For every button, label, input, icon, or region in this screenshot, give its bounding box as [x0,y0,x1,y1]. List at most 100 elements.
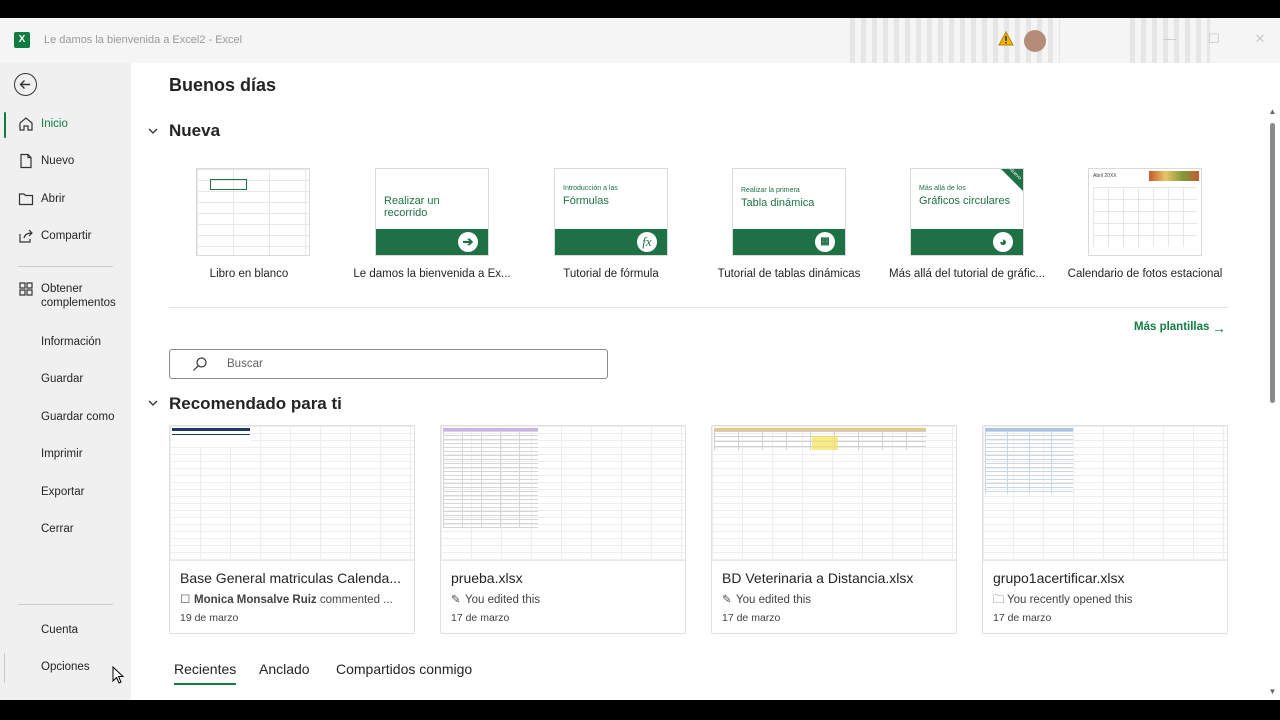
file-date: 19 de marzo [180,612,239,624]
sidebar-item-label: Inicio [41,118,68,130]
file-preview [712,426,956,561]
thumb-subtitle: Más allá de los [919,185,966,192]
mouse-cursor-icon [112,666,124,684]
sidebar-item-label: Cerrar [41,523,74,535]
home-icon [19,117,33,131]
new-file-icon [20,153,32,169]
greeting-heading: Buenos días [169,75,277,95]
sidebar-item-label: Imprimir [41,448,83,460]
excel-app-icon: X [14,32,30,48]
sidebar-item-label: Opciones [41,661,90,673]
sidebar-item-label: Información [41,336,102,348]
edit-pencil-icon: ✎ [722,594,732,605]
template-thumbnail [196,168,310,256]
calendar-photo [1149,171,1199,181]
close-icon[interactable]: ✕ [1248,29,1272,49]
template-thumbnail: Más allá de los Gráficos circulares Nuev… [910,168,1024,256]
sidebar-item-complementos[interactable]: Obtener complementos [0,274,131,318]
section-divider [169,307,1228,308]
sidebar-item-label: Compartir [41,230,92,242]
arrow-right-icon: ➔ [458,232,478,252]
minimize-icon[interactable]: — [1158,29,1182,49]
sidebar-item-abrir[interactable]: Abrir [0,184,131,214]
vertical-scrollbar[interactable]: ▲ ▼ [1268,107,1277,700]
file-activity: 🗀 You recently opened this [993,592,1221,605]
search-input[interactable]: Buscar [169,349,608,379]
thumb-title: Realizar un recorrido [384,195,440,219]
chevron-down-icon[interactable] [148,126,158,136]
sidebar-item-guardar-como[interactable]: Guardar como [0,402,131,432]
more-templates-link[interactable]: Más plantillas [1134,321,1209,333]
sidebar-item-label: Obtener complementos [41,283,116,309]
activity-text: You recently opened this [1007,594,1133,605]
sidebar-item-exportar[interactable]: Exportar [0,477,131,507]
section-nueva[interactable]: Nueva [169,121,220,141]
file-preview [441,426,685,561]
template-caption: Tutorial de fórmula [563,268,659,280]
tab-recientes[interactable]: Recientes [174,661,237,685]
sidebar-item-nuevo[interactable]: Nuevo [0,146,131,176]
window-title: Le damos la bienvenida a Excel2 - Excel [44,34,243,46]
user-avatar[interactable] [1024,30,1046,52]
arrow-right-icon[interactable]: → [1212,320,1226,336]
sidebar-item-guardar[interactable]: Guardar [0,364,131,394]
sidebar-divider [18,604,113,605]
recommended-card[interactable]: Base General matriculas Calenda... ☐ Moni… [169,425,415,634]
template-caption: Más allá del tutorial de gráfic... [889,268,1045,280]
file-name: grupo1acertificar.xlsx [993,570,1125,586]
folder-icon [18,193,34,206]
preview-table [172,428,250,446]
search-icon [193,357,207,371]
preview-table [443,428,538,528]
file-name: Base General matriculas Calenda... [180,570,401,586]
template-caption: Tutorial de tablas dinámicas [717,268,861,280]
backstage-sidebar: Inicio Nuevo Abrir Compartir Obtener com… [0,63,131,700]
search-placeholder: Buscar [227,358,263,370]
thumb-title: Tabla dinámica [741,197,815,209]
share-icon [19,229,33,243]
file-name: BD Veterinaria a Distancia.xlsx [722,570,914,586]
file-date: 17 de marzo [993,612,1052,624]
preview-table-line [172,434,250,435]
sidebar-item-cuenta[interactable]: Cuenta [0,615,131,645]
pivot-table-icon: ▦ [815,232,835,252]
sidebar-item-cerrar[interactable]: Cerrar [0,514,131,544]
template-caption: Calendario de fotos estacional [1067,268,1223,280]
thumb-title: Gráficos circulares [919,195,1011,207]
file-activity: ☐ Monica Monsalve Ruiz commented ... [180,592,408,605]
sidebar-item-compartir[interactable]: Compartir [0,221,131,251]
sidebar-divider [18,266,113,267]
file-date: 17 de marzo [722,612,781,624]
template-thumbnail: Introducción a las Fórmulas fx [554,168,668,256]
file-activity: ✎ You edited this [722,592,950,605]
thumb-subtitle: Realizar la primera [741,187,800,194]
warning-icon[interactable] [998,31,1014,47]
tab-anclado[interactable]: Anclado [259,661,310,677]
function-icon: fx [637,232,657,252]
sidebar-item-informacion[interactable]: Información [0,327,131,357]
sidebar-item-label: Cuenta [41,624,79,636]
template-thumbnail: Realizar la primera Tabla dinámica ▦ [732,168,846,256]
comment-icon: ☐ [180,594,191,605]
back-button[interactable] [14,73,37,96]
file-date: 17 de marzo [451,612,510,624]
section-recomendado[interactable]: Recomendado para ti [169,394,342,414]
sidebar-item-label: Exportar [41,486,85,498]
add-ins-icon [19,282,33,296]
activity-text: You edited this [736,594,812,605]
sidebar-item-imprimir[interactable]: Imprimir [0,439,131,469]
recommended-card[interactable]: BD Veterinaria a Distancia.xlsx ✎ You edi… [711,425,957,634]
tab-compartidos[interactable]: Compartidos conmigo [336,661,472,677]
recommended-card[interactable]: grupo1acertificar.xlsx 🗀 You recently ope… [982,425,1228,634]
scrollbar-thumb[interactable] [1270,123,1275,403]
scroll-up-icon[interactable]: ▲ [1268,107,1277,116]
back-arrow-icon [19,80,30,89]
file-preview [983,426,1227,561]
scroll-down-icon[interactable]: ▼ [1268,687,1277,696]
sidebar-item-inicio[interactable]: Inicio [0,109,131,139]
file-name: prueba.xlsx [451,570,523,586]
recommended-card[interactable]: prueba.xlsx ✎ You edited this 17 de marzo [440,425,686,634]
calendar-month: Abril 20XX [1093,173,1117,179]
chevron-down-icon[interactable] [148,398,158,408]
maximize-icon[interactable]: ☐ [1202,29,1226,49]
